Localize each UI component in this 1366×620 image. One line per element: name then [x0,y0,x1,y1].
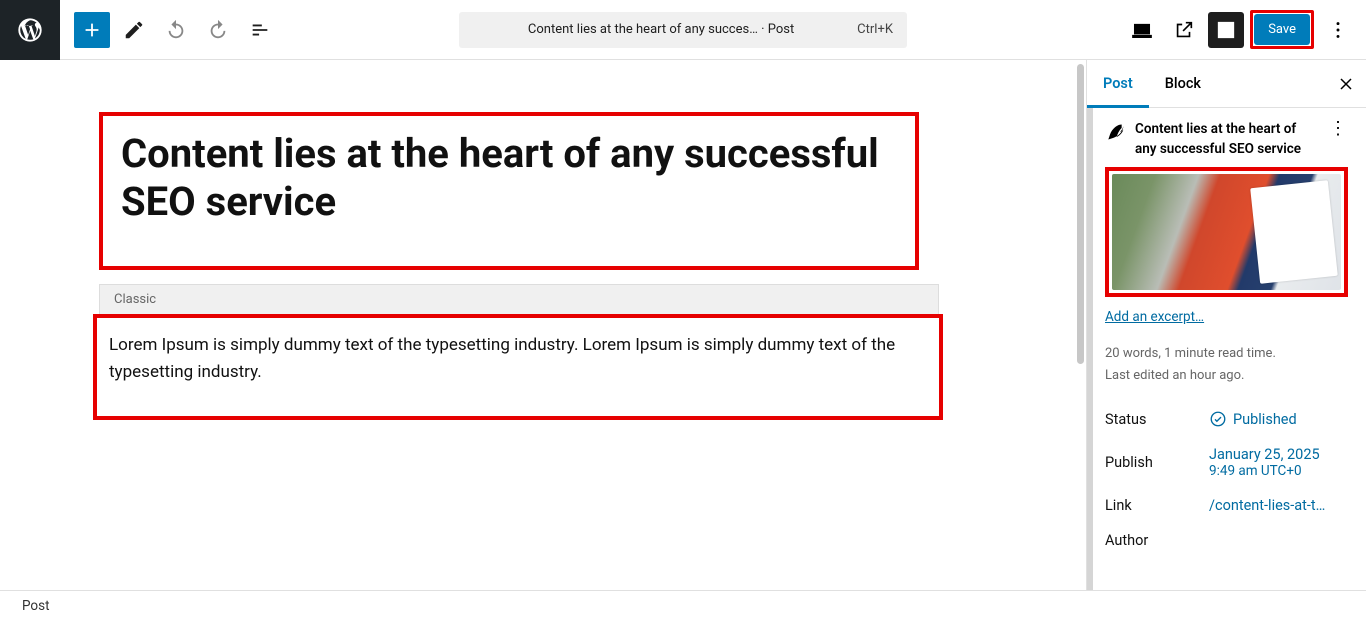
document-pill-shortcut: Ctrl+K [857,22,893,37]
add-excerpt-link[interactable]: Add an excerpt… [1105,309,1348,325]
post-type-icon [1105,122,1125,142]
tab-post[interactable]: Post [1087,60,1149,108]
canvas-scrollbar[interactable] [1077,64,1084,364]
featured-image[interactable] [1112,174,1341,290]
title-highlight: Content lies at the heart of any success… [99,112,919,270]
toolbar-right: Save [1124,10,1366,49]
redo-button[interactable] [200,12,236,48]
post-last-edited: Last edited an hour ago. [1105,365,1348,387]
settings-sidebar: Post Block Content lies at the heart of … [1086,60,1366,590]
kebab-icon [1327,19,1349,41]
sidebar-body: Content lies at the heart of any success… [1087,108,1366,590]
undo-icon [165,19,187,41]
sidebar-tabs: Post Block [1087,60,1366,108]
classic-block: Classic Lorem Ipsum is simply dummy text… [99,284,939,420]
row-author[interactable]: Author [1105,523,1348,558]
value-publish: January 25, 2025 9:49 am UTC+0 [1209,446,1320,479]
post-properties: Status Published Publish January 25, 202… [1105,401,1348,558]
breadcrumb[interactable]: Post [22,598,50,614]
edit-mode-button[interactable] [116,12,152,48]
close-sidebar-button[interactable] [1334,72,1358,96]
redo-icon [207,19,229,41]
pencil-icon [123,19,145,41]
document-pill-title: Content lies at the heart of any succes…… [473,22,849,37]
content-highlight: Lorem Ipsum is simply dummy text of the … [93,314,943,420]
document-outline-button[interactable] [242,12,278,48]
value-status: Published [1209,410,1297,428]
editor-toolbar: Content lies at the heart of any succes…… [0,0,1366,60]
close-icon [1336,74,1356,94]
undo-button[interactable] [158,12,194,48]
post-meta: 20 words, 1 minute read time. Last edite… [1105,343,1348,387]
label-publish: Publish [1105,454,1209,471]
outline-icon [249,19,271,41]
save-button[interactable]: Save [1254,14,1310,45]
main-area: Content lies at the heart of any success… [0,60,1366,590]
post-body[interactable]: Lorem Ipsum is simply dummy text of the … [109,332,927,386]
preview-button[interactable] [1166,12,1202,48]
laptop-icon [1131,19,1153,41]
row-publish[interactable]: Publish January 25, 2025 9:49 am UTC+0 [1105,437,1348,488]
post-title[interactable]: Content lies at the heart of any success… [121,130,897,226]
editor-footer: Post [0,590,1366,620]
tab-block[interactable]: Block [1149,60,1217,108]
post-stats: 20 words, 1 minute read time. [1105,343,1348,365]
row-status[interactable]: Status Published [1105,401,1348,437]
wordpress-icon [16,16,44,44]
row-link[interactable]: Link /content-lies-at-t… [1105,488,1348,523]
sidebar-header: Content lies at the heart of any success… [1105,120,1348,159]
view-desktop-button[interactable] [1124,12,1160,48]
wordpress-logo[interactable] [0,0,60,60]
sidebar-post-title: Content lies at the heart of any success… [1135,120,1318,159]
plus-icon [81,19,103,41]
sidebar-scrollbar[interactable] [1087,108,1093,590]
block-label: Classic [99,284,939,315]
featured-image-highlight [1105,167,1348,297]
sidebar-post-actions[interactable]: ⋮ [1328,120,1348,138]
label-author: Author [1105,532,1209,549]
feather-icon [1105,122,1125,142]
value-link: /content-lies-at-t… [1209,497,1325,514]
sidebar-icon [1215,19,1237,41]
add-block-button[interactable] [74,12,110,48]
save-highlight: Save [1250,10,1314,49]
external-link-icon [1173,19,1195,41]
settings-panel-toggle[interactable] [1208,12,1244,48]
check-circle-icon [1209,410,1227,428]
editor-canvas[interactable]: Content lies at the heart of any success… [0,60,1086,590]
label-link: Link [1105,497,1209,514]
document-pill[interactable]: Content lies at the heart of any succes…… [459,12,907,48]
options-button[interactable] [1320,12,1356,48]
label-status: Status [1105,411,1209,428]
